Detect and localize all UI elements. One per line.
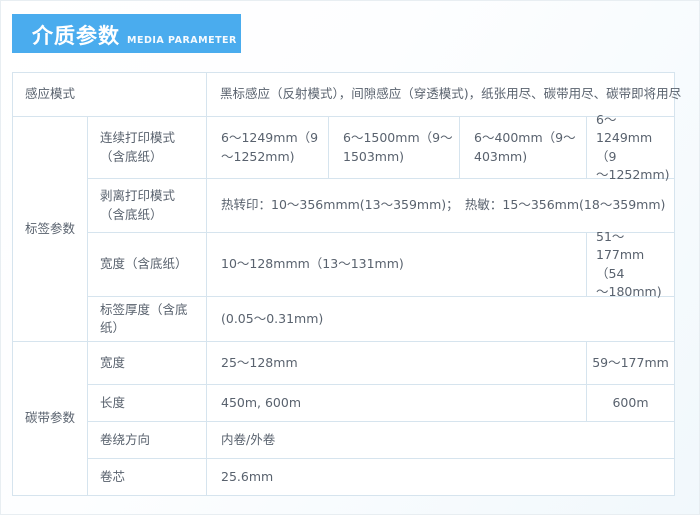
ribbon-width-label: 宽度 — [88, 342, 207, 385]
winding-direction-value: 内卷/外卷 — [207, 422, 675, 459]
ribbon-params-group-label: 碳带参数 — [13, 342, 88, 496]
section-title: 介质参数 — [32, 26, 120, 47]
peel-print-mode-label: 剥离打印模式 （含底纸） — [88, 179, 207, 233]
ribbon-length-value: 450m, 600m — [207, 385, 587, 422]
media-parameter-table: 感应模式 黑标感应（反射模式），间隙感应（穿透模式)，纸张用尽、碳带用尽、碳带即… — [12, 72, 675, 496]
label-width-value: 10～128mmm（13～131mm) — [207, 233, 587, 297]
label-width-value-2: 51～ 177mm（54 ～180mm) — [587, 233, 675, 297]
label-thickness-value: (0.05～0.31mm) — [207, 297, 675, 342]
label-width-label: 宽度（含底纸） — [88, 233, 207, 297]
core-label: 卷芯 — [88, 459, 207, 496]
core-value: 25.6mm — [207, 459, 675, 496]
section-subtitle: MEDIA PARAMETER — [127, 35, 237, 47]
continuous-print-value-3: 6～400mm（9～403mm) — [460, 117, 587, 179]
ribbon-length-value-2: 600m — [587, 385, 675, 422]
ribbon-length-label: 长度 — [88, 385, 207, 422]
label-thickness-label: 标签厚度（含底 纸） — [88, 297, 207, 342]
continuous-print-value-2: 6～1500mm（9～1503mm) — [329, 117, 460, 179]
label-params-group-label: 标签参数 — [13, 117, 88, 342]
peel-print-mode-value: 热转印：10～356mmm(13～359mm)； 热敏：15～356mm(18～… — [207, 179, 675, 233]
sensing-mode-label: 感应模式 — [13, 73, 207, 117]
page: 介质参数 MEDIA PARAMETER 感应模式 黑标感应（反射模式），间隙感… — [0, 0, 700, 515]
ribbon-width-value-2: 59～177mm — [587, 342, 675, 385]
ribbon-width-value: 25～128mm — [207, 342, 587, 385]
continuous-print-value-1: 6～1249mm（9～1252mm) — [207, 117, 329, 179]
continuous-print-value-4: 6～ 1249mm（9 ～1252mm) — [587, 117, 675, 179]
section-banner: 介质参数 MEDIA PARAMETER — [12, 14, 241, 53]
continuous-print-mode-label: 连续打印模式 （含底纸） — [88, 117, 207, 179]
winding-direction-label: 卷绕方向 — [88, 422, 207, 459]
